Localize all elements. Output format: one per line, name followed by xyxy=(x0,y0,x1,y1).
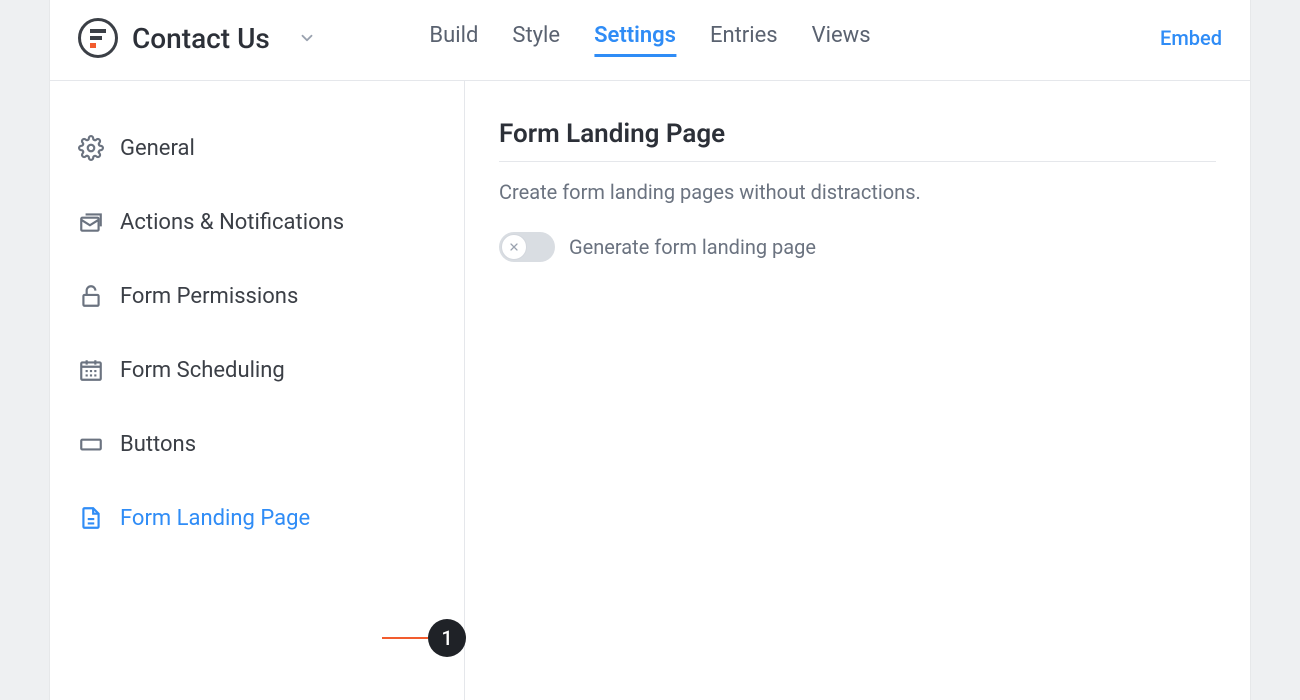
embed-button[interactable]: Embed xyxy=(1160,26,1222,50)
page-title: Contact Us xyxy=(132,22,270,55)
sidebar-item-label: Actions & Notifications xyxy=(120,210,344,235)
app-window: Contact Us Build Style Settings Entries … xyxy=(50,0,1250,700)
sidebar-item-permissions[interactable]: Form Permissions xyxy=(50,259,464,333)
tab-build[interactable]: Build xyxy=(429,23,478,54)
body: General Actions & Notifications Form Per… xyxy=(50,81,1250,700)
calendar-icon xyxy=(78,357,104,383)
panel-description: Create form landing pages without distra… xyxy=(499,180,1216,204)
button-icon xyxy=(78,431,104,457)
sidebar-item-label: Form Scheduling xyxy=(120,358,285,383)
generate-landing-toggle[interactable] xyxy=(499,232,555,262)
logo-glyph xyxy=(90,29,106,48)
sidebar-item-actions[interactable]: Actions & Notifications xyxy=(50,185,464,259)
main-panel: Form Landing Page Create form landing pa… xyxy=(465,81,1250,700)
tab-entries[interactable]: Entries xyxy=(710,23,778,54)
logo-title-group: Contact Us xyxy=(78,18,316,58)
sidebar-item-general[interactable]: General xyxy=(50,111,464,185)
tab-style[interactable]: Style xyxy=(512,23,560,54)
tab-views[interactable]: Views xyxy=(812,23,871,54)
tab-settings[interactable]: Settings xyxy=(594,23,676,57)
close-icon xyxy=(508,241,520,253)
toggle-label: Generate form landing page xyxy=(569,235,816,259)
mail-stack-icon xyxy=(78,209,104,235)
sidebar-item-label: General xyxy=(120,136,195,161)
toggle-knob xyxy=(501,234,527,260)
annotation-callout: 1 xyxy=(382,619,466,657)
chevron-down-icon xyxy=(298,29,316,47)
top-nav: Build Style Settings Entries Views xyxy=(429,23,870,54)
sidebar-item-label: Buttons xyxy=(120,432,196,457)
sidebar-item-scheduling[interactable]: Form Scheduling xyxy=(50,333,464,407)
sidebar-item-label: Form Landing Page xyxy=(120,506,310,531)
sidebar-item-buttons[interactable]: Buttons xyxy=(50,407,464,481)
sidebar-item-landing-page[interactable]: Form Landing Page xyxy=(50,481,464,555)
page-icon xyxy=(78,505,104,531)
lock-icon xyxy=(78,283,104,309)
gear-icon xyxy=(78,135,104,161)
app-logo xyxy=(78,18,118,58)
toggle-row: Generate form landing page xyxy=(499,232,1216,262)
sidebar-item-label: Form Permissions xyxy=(120,284,298,309)
callout-badge: 1 xyxy=(428,619,466,657)
panel-title: Form Landing Page xyxy=(499,119,1216,162)
settings-sidebar: General Actions & Notifications Form Per… xyxy=(50,81,465,700)
title-dropdown[interactable] xyxy=(298,29,316,47)
callout-line xyxy=(382,637,428,639)
header-bar: Contact Us Build Style Settings Entries … xyxy=(50,0,1250,81)
